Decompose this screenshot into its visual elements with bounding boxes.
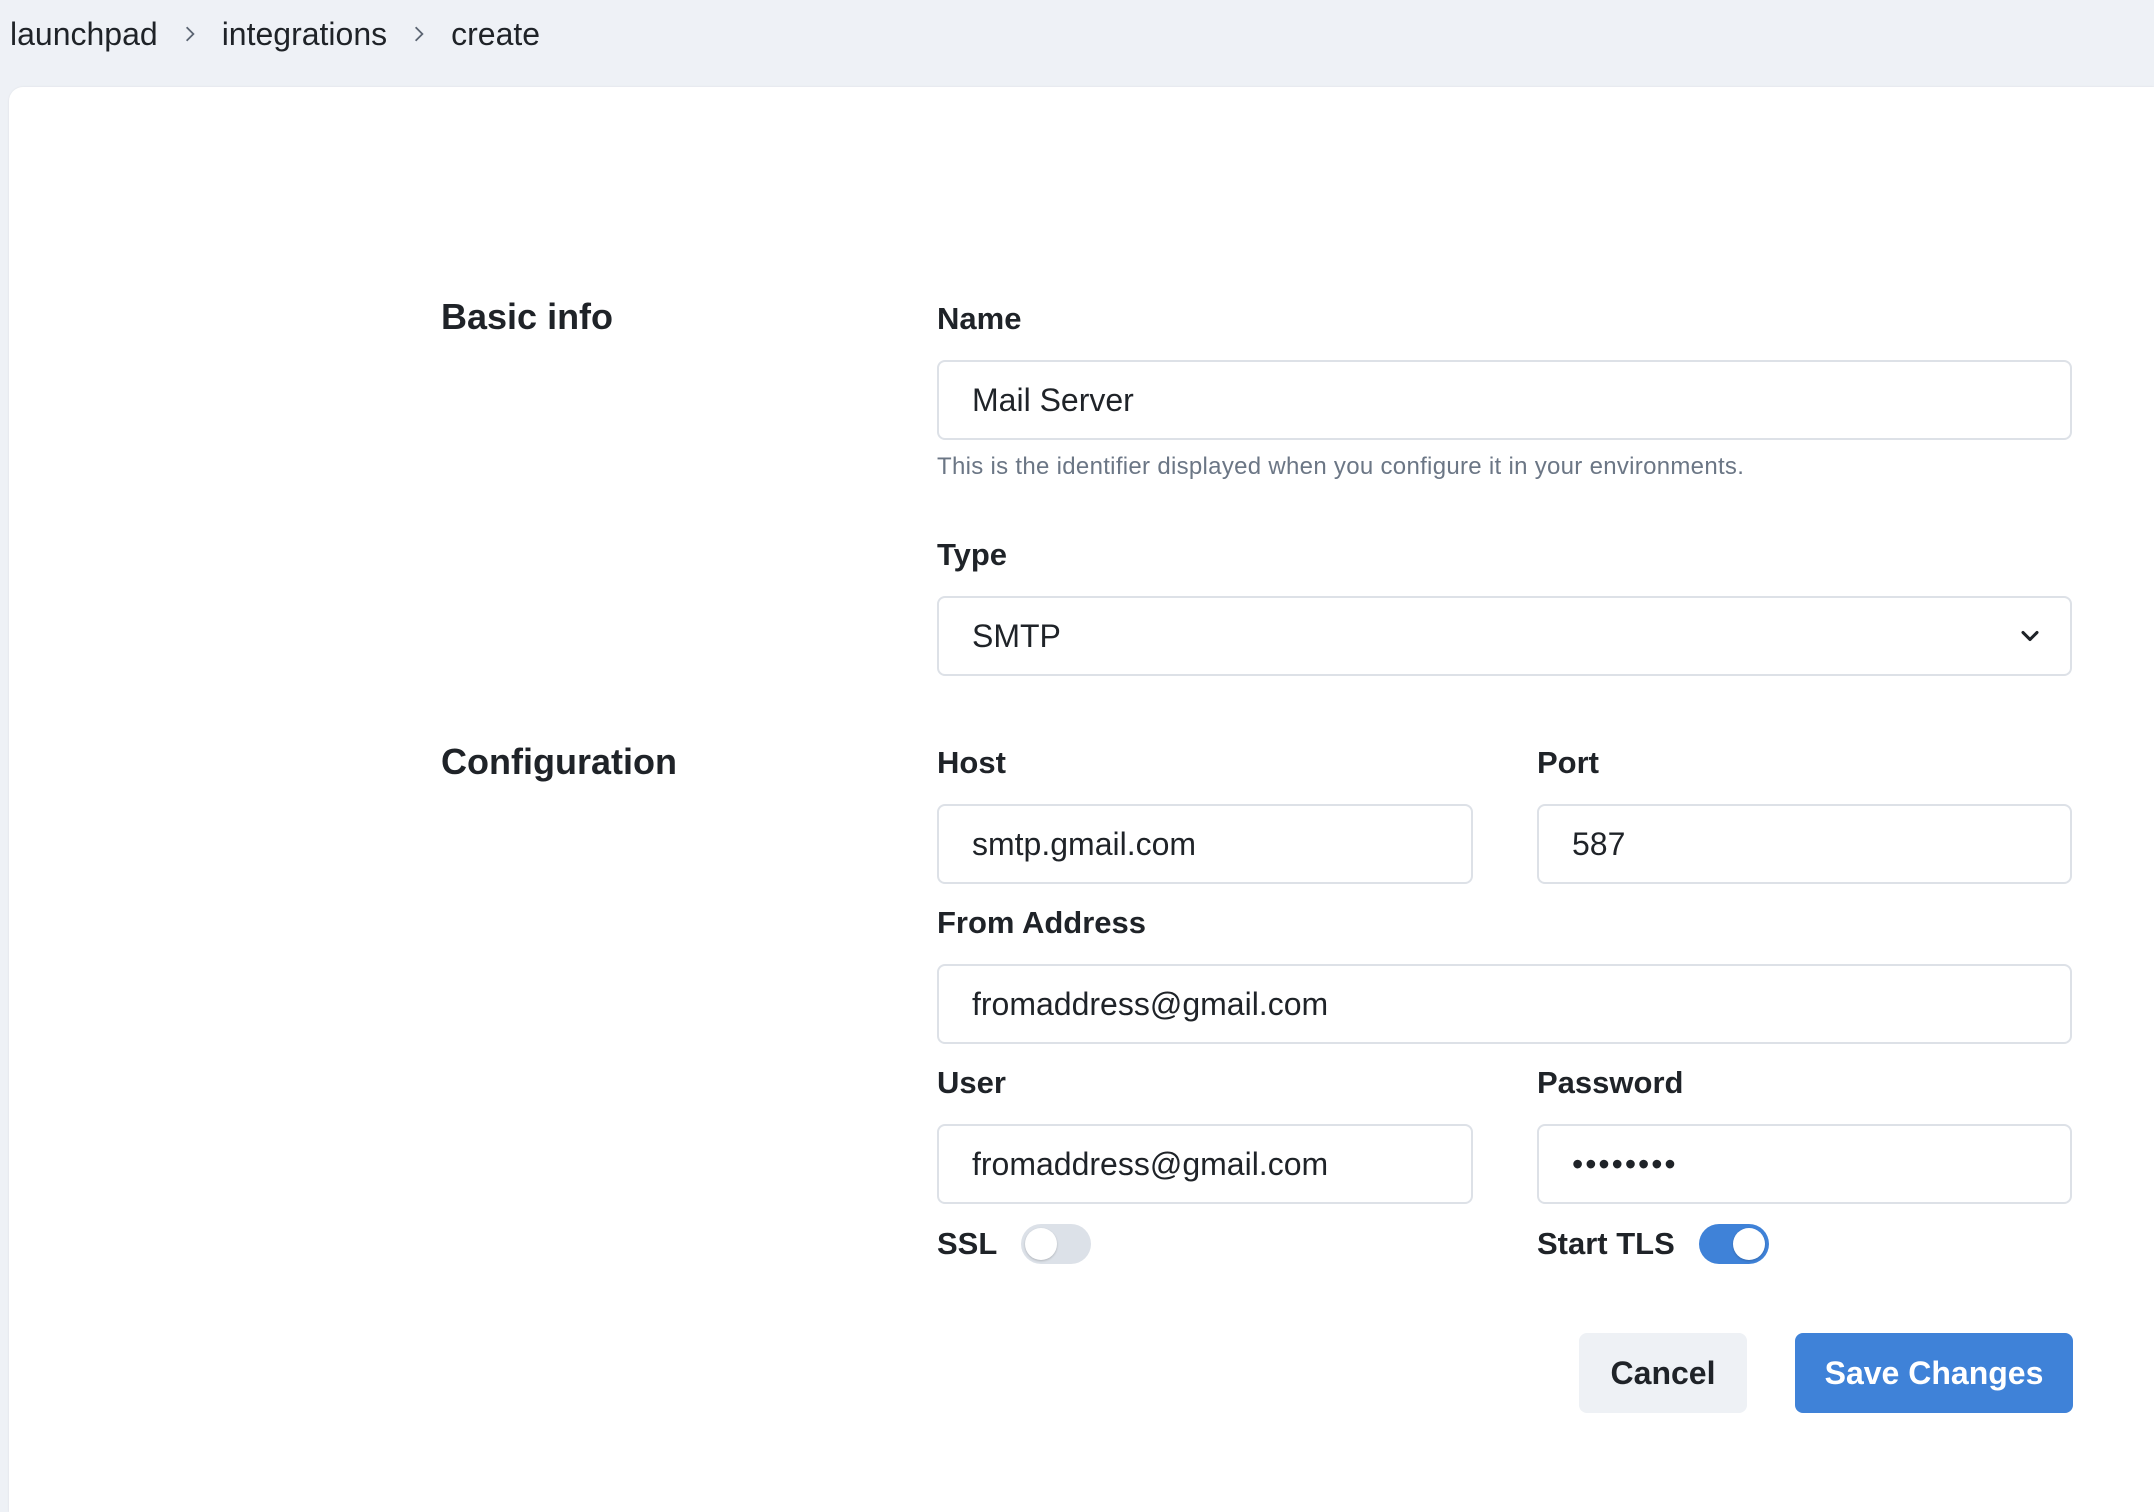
breadcrumb-item-launchpad[interactable]: launchpad [10, 16, 158, 53]
start-tls-toggle-knob [1732, 1228, 1765, 1260]
start-tls-toggle[interactable] [1698, 1224, 1769, 1264]
user-label: User [937, 1065, 1006, 1100]
ssl-toggle-knob [1025, 1228, 1058, 1260]
type-label: Type [937, 537, 1008, 572]
type-select-value: SMTP [972, 617, 1061, 654]
chevron-right-icon [158, 25, 222, 43]
name-input-value: Mail Server [972, 381, 1134, 418]
chevron-down-icon [2021, 630, 2039, 642]
from-address-label: From Address [937, 905, 1147, 940]
host-label: Host [937, 745, 1006, 780]
password-label: Password [1537, 1065, 1684, 1100]
type-select[interactable]: SMTP [937, 596, 2072, 676]
ssl-toggle[interactable] [1021, 1224, 1092, 1264]
cancel-button[interactable]: Cancel [1579, 1333, 1747, 1413]
breadcrumb-item-create: create [451, 15, 541, 52]
port-label: Port [1537, 745, 1599, 780]
form-card [9, 87, 2154, 1512]
user-input[interactable]: fromaddress@gmail.com [937, 1124, 1473, 1204]
from-address-input[interactable]: fromaddress@gmail.com [937, 964, 2072, 1044]
password-input[interactable]: •••••••• [1537, 1124, 2072, 1204]
ssl-toggle-row: SSL [937, 1224, 1092, 1264]
start-tls-toggle-row: Start TLS [1537, 1224, 1769, 1264]
user-input-value: fromaddress@gmail.com [972, 1145, 1329, 1182]
host-input-value: smtp.gmail.com [972, 825, 1197, 862]
ssl-label: SSL [937, 1226, 998, 1261]
breadcrumb: launchpad integrations create [10, 10, 540, 58]
name-helper-text: This is the identifier displayed when yo… [937, 453, 1745, 480]
name-input[interactable]: Mail Server [937, 360, 2072, 440]
section-title-configuration: Configuration [441, 741, 677, 782]
port-input[interactable]: 587 [1537, 804, 2072, 884]
from-address-input-value: fromaddress@gmail.com [972, 985, 1329, 1022]
name-label: Name [937, 301, 1022, 336]
section-title-basic-info: Basic info [441, 296, 614, 337]
port-input-value: 587 [1572, 825, 1626, 862]
save-changes-button[interactable]: Save Changes [1795, 1333, 2073, 1413]
breadcrumb-item-integrations[interactable]: integrations [222, 16, 387, 53]
start-tls-label: Start TLS [1537, 1226, 1675, 1261]
password-input-value: •••••••• [1572, 1145, 1678, 1182]
chevron-right-icon [387, 25, 451, 43]
host-input[interactable]: smtp.gmail.com [937, 804, 1473, 884]
